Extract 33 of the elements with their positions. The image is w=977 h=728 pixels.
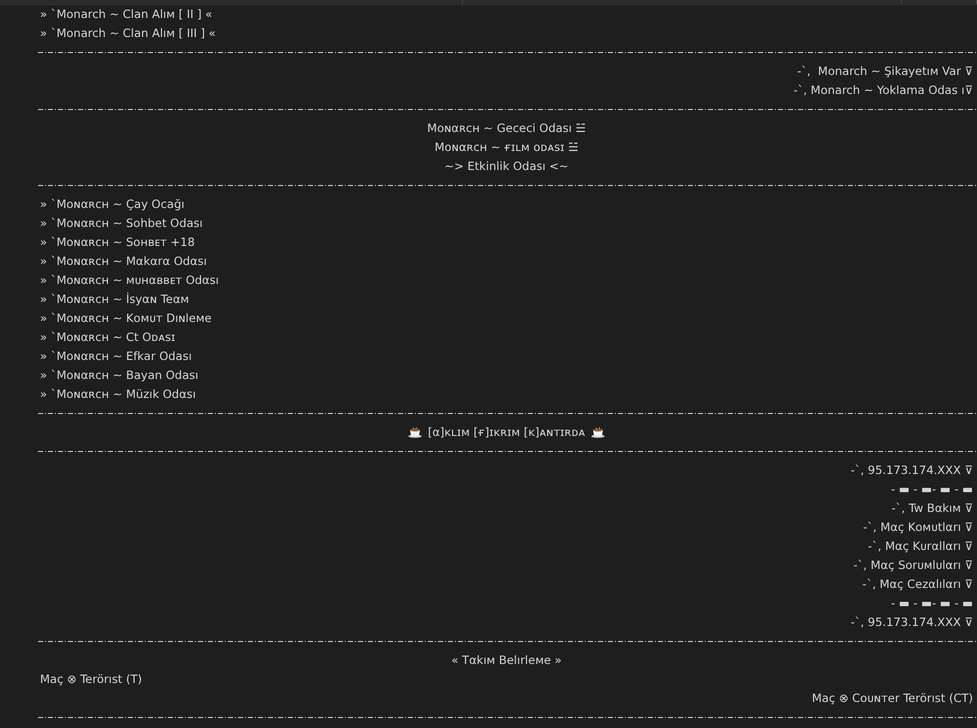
channel-name[interactable]: -`, Monarch ~ Şikayetıᴍ Var ⊽ [797,64,973,79]
coffee-cup-icon [591,427,606,438]
channel-name[interactable]: - ▬ - ▬- ▬ - ▬ [891,482,973,497]
channel-name[interactable]: -`, 95.173.174.XXX ⊽ [850,615,973,630]
channel-name[interactable]: » `Mᴏɴαʀᴄʜ ~ Kᴏᴍᴜᴛ Dıɴleᴍe [40,311,212,326]
channel-name[interactable]: » `Mᴏɴαʀᴄʜ ~ Sᴏʜʙᴇᴛ +18 [40,235,195,250]
channel-name[interactable]: -`, Mαç Kᴏᴍᴜtlαrı ⊽ [863,520,973,535]
channel-name[interactable]: [α]ᴋʟɪᴍ [ғ]ɪᴋʀɪᴍ [ᴋ]ᴀɴᴛɪʀᴅᴀ [428,425,586,440]
channel-name[interactable]: -`, Monarch ~ Yoklama Odas ı⊽ [793,83,973,98]
channel-name[interactable]: » `Mᴏɴαʀᴄʜ ~ Sohbet Odası [40,216,203,231]
channel-name[interactable]: -`, Mαç Kᴜrαllαrı ⊽ [868,539,973,554]
channel-name[interactable]: » `Mᴏɴαʀᴄʜ ~ İsyαɴ Teαᴍ [40,292,190,307]
channel-name[interactable]: » `Monarch ~ Clan Alıᴍ [ III ] « [40,26,216,41]
channel-name[interactable]: - ▬ - ▬- ▬ - ▬ [891,596,973,611]
channel-name[interactable]: Maç ⊗ Terörıst (T) [40,672,142,687]
channel-name[interactable]: Mᴏɴαʀᴄʜ ~ ғɪʟᴍ ᴏᴅᴀsɪ ☱ [434,140,578,155]
channel-name[interactable]: Maç ⊗ Cᴏᴜɴᴛer Terörıst (CT) [812,691,973,706]
channel-name[interactable]: » `Monarch ~ Clan Alıᴍ [ II ] « [40,7,212,22]
channel-name[interactable]: » `Mᴏɴαʀᴄʜ ~ Müzık Odαsı [40,387,196,402]
channel-name[interactable]: » `Mᴏɴαʀᴄʜ ~ Bayan Odası [40,368,198,383]
channel-name[interactable]: -`, Tw Bαkıᴍ ⊽ [892,501,973,516]
channel-name[interactable]: Mᴏɴαʀᴄʜ ~ Gececi Odası ☱ [427,121,586,136]
channel-name[interactable]: » `Mᴏɴαʀᴄʜ ~ ᴍᴜʜαʙʙᴇᴛ Odαsı [40,273,219,288]
channel-name[interactable]: » `Mᴏɴαʀᴄʜ ~ Çay Ocağı [40,197,184,212]
channel-name[interactable]: ~> Etkinlik Odası <~ [444,159,569,174]
channel-name[interactable]: » `Mᴏɴαʀᴄʜ ~ Mαkαrα Odαsı [40,254,207,269]
channel-name[interactable]: « Tαkıᴍ Belırleᴍe » [451,653,562,668]
channel-name[interactable]: » `Mᴏɴαʀᴄʜ ~ Ct Oᴅᴀsɪ [40,330,176,345]
channel-name[interactable]: -`, Mαç Cezαlılαrı ⊽ [862,577,973,592]
channel-name[interactable]: -`, Mαç Sᴏrᴜᴍlᴜlαrı ⊽ [853,558,973,573]
channel-name[interactable]: -`, 95.173.174.XXX ⊽ [850,463,973,478]
channel-name[interactable]: » `Mᴏɴαʀᴄʜ ~ Efkar Odası [40,349,192,364]
coffee-cup-icon [408,427,422,438]
